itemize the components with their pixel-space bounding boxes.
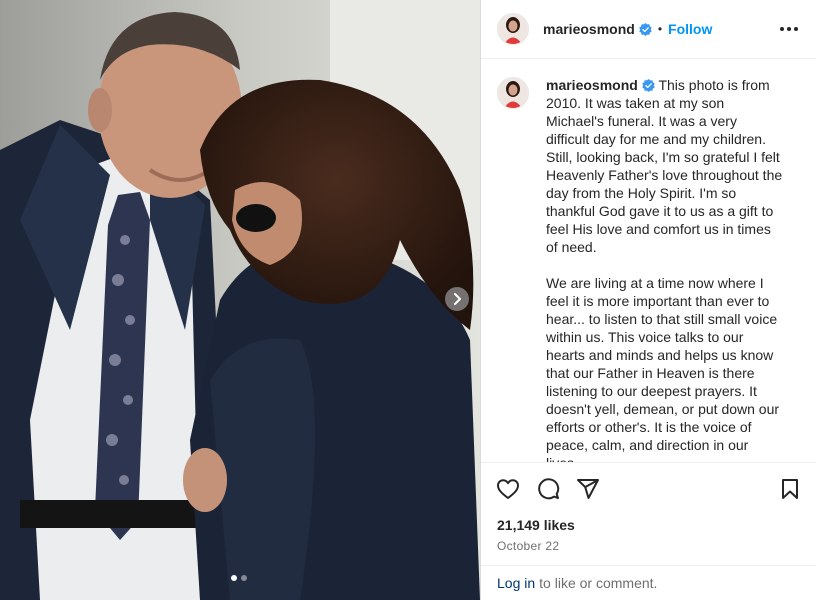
carousel-dot: [241, 575, 247, 581]
caption-text: This photo is from 2010. It was taken at…: [546, 77, 783, 462]
chevron-right-icon: [454, 293, 461, 305]
verified-badge-icon: [639, 22, 652, 36]
action-bar: [481, 463, 816, 515]
caption-scroll-area[interactable]: marieosmond This photo is from 2010. It …: [481, 60, 816, 462]
post-caption: marieosmond This photo is from 2010. It …: [546, 76, 784, 462]
caption-avatar[interactable]: [497, 77, 529, 109]
verified-badge-icon: [642, 79, 655, 92]
heart-icon: [497, 479, 519, 499]
post-header: marieosmond • Follow: [481, 0, 816, 59]
like-button[interactable]: [496, 477, 520, 501]
post-date[interactable]: October 22: [481, 539, 816, 553]
share-button[interactable]: [576, 477, 600, 501]
comment-icon: [538, 478, 560, 500]
bookmark-icon: [782, 479, 798, 499]
save-button[interactable]: [778, 477, 802, 501]
login-link[interactable]: Log in: [497, 575, 535, 591]
carousel-dot-active: [231, 575, 237, 581]
post-media[interactable]: [0, 0, 480, 600]
more-options-icon[interactable]: [776, 23, 802, 35]
likes-count[interactable]: 21,149 likes: [481, 517, 816, 533]
carousel-next-button[interactable]: [445, 287, 469, 311]
comment-button[interactable]: [536, 477, 560, 501]
paper-plane-icon: [577, 479, 599, 499]
follow-button[interactable]: Follow: [668, 21, 712, 37]
login-prompt-text: to like or comment.: [539, 575, 658, 591]
avatar[interactable]: [497, 13, 529, 45]
post-actions-section: 21,149 likes October 22: [481, 462, 816, 553]
login-prompt: Log in to like or comment.: [481, 565, 816, 600]
post-author-username[interactable]: marieosmond: [543, 21, 635, 37]
carousel-indicator: [231, 575, 247, 581]
post-photo: [0, 0, 480, 600]
caption-username[interactable]: marieosmond: [546, 77, 638, 93]
post-sidebar: marieosmond • Follow marieosmond This ph…: [480, 0, 816, 600]
header-separator: •: [657, 22, 663, 36]
caption-comment: marieosmond This photo is from 2010. It …: [481, 60, 816, 462]
instagram-post: marieosmond • Follow marieosmond This ph…: [0, 0, 816, 600]
